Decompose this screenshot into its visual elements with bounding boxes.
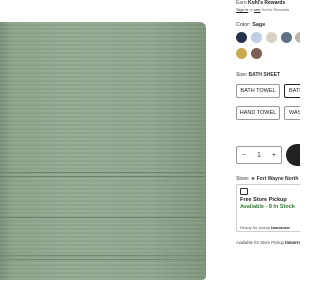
size-label: Size: BATH SHEET xyxy=(236,72,281,78)
size-option-bath-sheet[interactable]: BATH SHEET xyxy=(284,84,300,98)
pickup-ready-text: Ready for pickup tomorrow xyxy=(240,225,290,230)
signin-link[interactable]: Sign in xyxy=(236,7,248,12)
quantity-plus-button[interactable]: + xyxy=(272,152,276,159)
swatch-navy[interactable] xyxy=(236,32,247,43)
towel-band-line xyxy=(0,255,206,256)
swatch-light-blue[interactable] xyxy=(251,32,262,43)
swatch-taupe[interactable] xyxy=(266,32,277,43)
towel-band-line xyxy=(0,172,206,173)
selected-size: BATH SHEET xyxy=(248,72,281,78)
store-icon xyxy=(240,188,248,195)
swatch-mustard[interactable] xyxy=(236,48,247,59)
towel-band-line xyxy=(0,217,206,218)
store-pickup-option[interactable]: Free Store Pickup Available - 8 In Stock… xyxy=(236,184,300,232)
towel-band-line xyxy=(0,259,206,260)
swatch-brown[interactable] xyxy=(251,48,262,59)
signin-text: Sign in or see Kohl's Rewards xyxy=(236,7,290,12)
swatch-mauve[interactable] xyxy=(295,32,300,43)
store-name[interactable]: Fort Wayne North xyxy=(257,176,299,182)
color-label: Color: Sage xyxy=(236,22,266,28)
quantity-value: 1 xyxy=(257,151,261,159)
star-icon: ★ xyxy=(250,176,256,182)
product-image[interactable] xyxy=(0,0,232,300)
towel-band-line xyxy=(0,176,206,177)
swatch-slate[interactable] xyxy=(281,32,292,43)
availability-text: Available for Store Pickup tomorrow xyxy=(236,240,300,245)
towel-image xyxy=(0,22,206,280)
quantity-minus-button[interactable]: − xyxy=(242,152,246,159)
store-line: Store: ★ Fort Wayne North xyxy=(236,176,299,182)
rewards-text: Earn Kohl's Rewards xyxy=(236,0,286,6)
selected-color: Sage xyxy=(252,22,266,28)
add-to-cart-button[interactable] xyxy=(286,144,300,166)
stock-status: Available - 8 In Stock xyxy=(240,204,295,210)
rewards-brand: Kohl's Rewards xyxy=(247,0,286,6)
size-option-bath-towel[interactable]: BATH TOWEL xyxy=(236,84,280,98)
size-option-washcloth[interactable]: WASHCLOTH xyxy=(284,106,300,120)
size-option-hand-towel[interactable]: HAND TOWEL xyxy=(236,106,280,120)
see-link[interactable]: see xyxy=(254,7,260,12)
pickup-title: Free Store Pickup xyxy=(240,197,287,203)
quantity-stepper: − 1 + xyxy=(236,146,282,164)
product-details-panel: Earn Kohl's Rewards Sign in or see Kohl'… xyxy=(232,0,300,300)
